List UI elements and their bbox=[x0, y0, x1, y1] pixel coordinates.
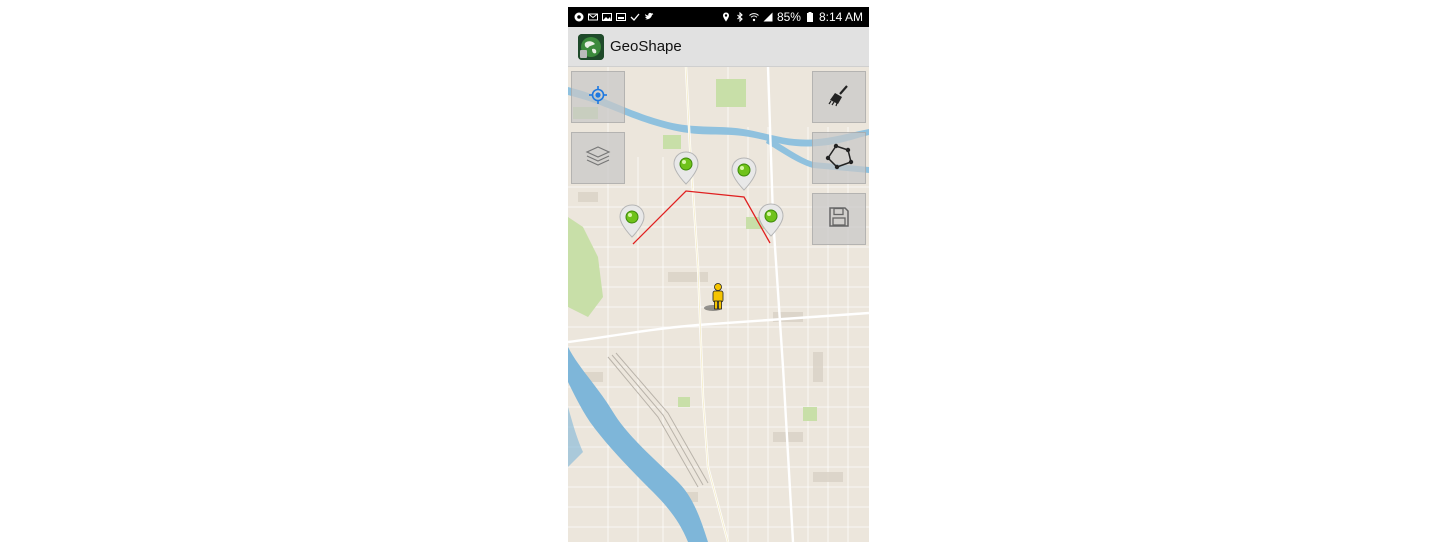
check-icon bbox=[630, 12, 640, 22]
bluetooth-icon bbox=[735, 12, 745, 22]
app-bar: GeoShape bbox=[568, 27, 869, 67]
status-time: 8:14 AM bbox=[818, 10, 863, 24]
phone-screen: 85% 8:14 AM GeoShape bbox=[568, 7, 869, 542]
gallery-icon bbox=[602, 12, 612, 22]
layers-icon bbox=[585, 145, 611, 172]
clear-button[interactable] bbox=[812, 71, 866, 123]
image-icon bbox=[616, 12, 626, 22]
layers-button[interactable] bbox=[571, 132, 625, 184]
wifi-icon bbox=[749, 12, 759, 22]
map-view[interactable] bbox=[568, 67, 869, 542]
draw-polygon-button[interactable] bbox=[812, 132, 866, 184]
broom-icon bbox=[827, 83, 851, 112]
app-title: GeoShape bbox=[610, 38, 682, 55]
location-icon bbox=[721, 12, 731, 22]
crosshair-icon bbox=[588, 85, 608, 110]
chrome-icon bbox=[574, 12, 584, 22]
save-button[interactable] bbox=[812, 193, 866, 245]
notification-icons bbox=[574, 12, 654, 22]
polygon-icon bbox=[824, 142, 854, 175]
my-location-button[interactable] bbox=[571, 71, 625, 123]
twitter-icon bbox=[644, 12, 654, 22]
signal-icon bbox=[763, 12, 773, 22]
battery-icon bbox=[805, 12, 815, 22]
mail-icon bbox=[588, 12, 598, 22]
floppy-icon bbox=[828, 206, 850, 233]
battery-percent: 85% bbox=[776, 10, 801, 24]
geoshape-logo-icon bbox=[578, 33, 604, 60]
status-bar: 85% 8:14 AM bbox=[568, 7, 869, 27]
system-icons: 85% 8:14 AM bbox=[721, 10, 863, 24]
